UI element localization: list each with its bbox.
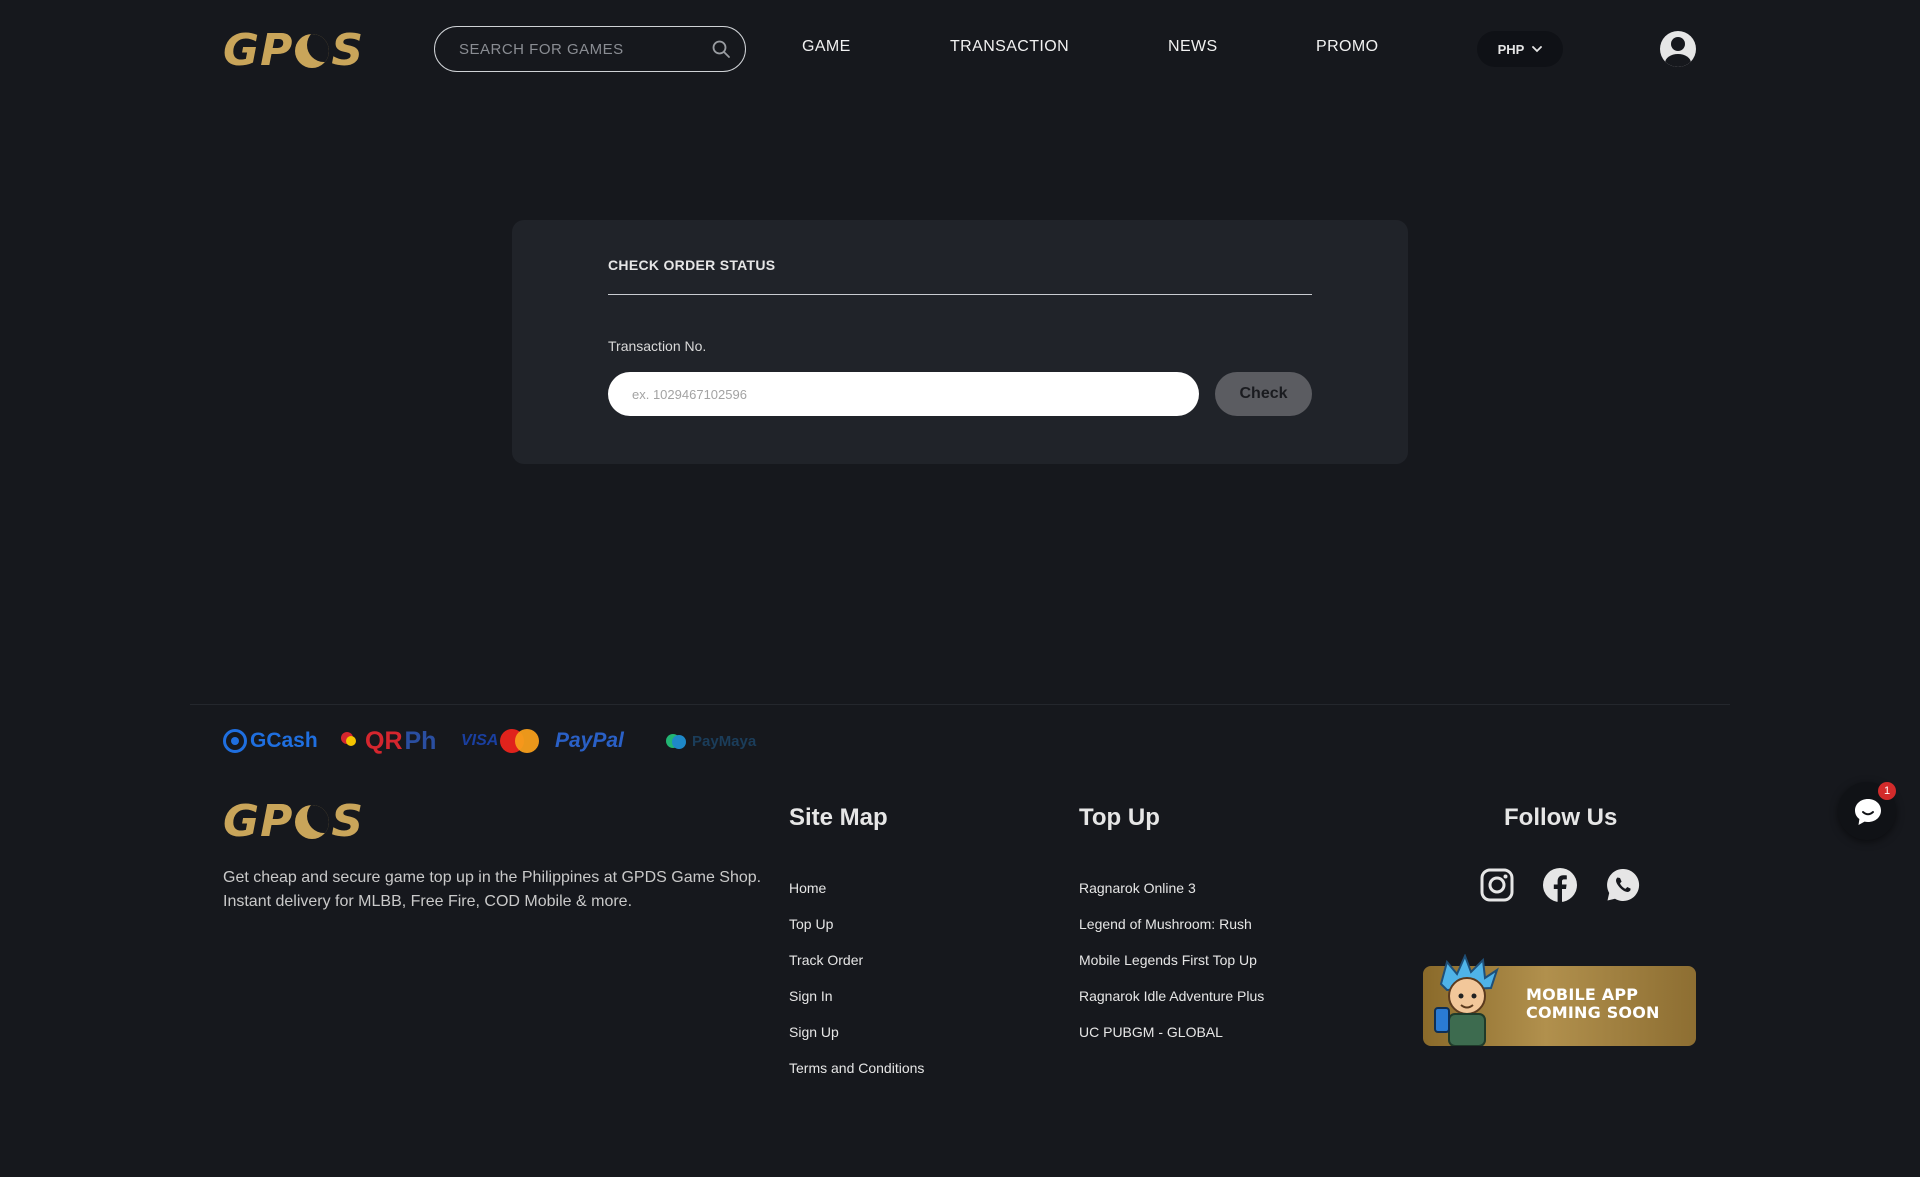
logo-text-left: GP (223, 796, 294, 847)
mastercard-icon (500, 729, 540, 753)
site-map-link-home[interactable]: Home (789, 880, 826, 896)
top-up-link-ragnarok-idle[interactable]: Ragnarok Idle Adventure Plus (1079, 988, 1264, 1004)
mascot-character-icon (1434, 954, 1499, 1046)
follow-us-title: Follow Us (1504, 804, 1618, 831)
qrph-text-left: QR (365, 726, 403, 755)
site-map-title: Site Map (789, 804, 888, 831)
list-item: Ragnarok Online 3 (1079, 880, 1264, 916)
footer-divider (190, 704, 1730, 705)
search-icon[interactable] (711, 39, 731, 59)
search-bar (434, 26, 746, 72)
user-avatar-icon[interactable] (1660, 31, 1696, 67)
gcash-text: GCash (250, 729, 318, 752)
app-banner-line-2: COMING SOON (1526, 1003, 1660, 1022)
paymaya-icon (666, 732, 688, 750)
logo-text-left: GP (223, 25, 294, 76)
list-item: Ragnarok Idle Adventure Plus (1079, 988, 1264, 1024)
gcash-icon (223, 729, 247, 753)
site-map-link-terms[interactable]: Terms and Conditions (789, 1060, 924, 1076)
currency-selector[interactable]: PHP (1477, 31, 1563, 67)
logo-text-right: S (331, 25, 365, 76)
search-input[interactable] (459, 40, 711, 58)
list-item: Top Up (789, 916, 924, 952)
nav-game[interactable]: GAME (802, 38, 851, 56)
gcash-logo: GCash (223, 728, 318, 754)
site-map-link-sign-in[interactable]: Sign In (789, 988, 833, 1004)
check-button[interactable]: Check (1215, 372, 1312, 416)
top-up-link-uc-pubgm[interactable]: UC PUBGM - GLOBAL (1079, 1024, 1223, 1040)
list-item: Legend of Mushroom: Rush (1079, 916, 1264, 952)
whatsapp-icon[interactable] (1605, 867, 1641, 903)
top-up-link-ragnarok-online-3[interactable]: Ragnarok Online 3 (1079, 880, 1196, 896)
top-header: GP S GAME TRANSACTION NEWS PROMO PHP (0, 0, 1920, 100)
top-up-title: Top Up (1079, 804, 1160, 831)
site-map-link-sign-up[interactable]: Sign Up (789, 1024, 839, 1040)
logo-moon-icon (295, 805, 330, 839)
transaction-no-input[interactable] (608, 372, 1199, 416)
top-up-link-legend-of-mushroom[interactable]: Legend of Mushroom: Rush (1079, 916, 1252, 932)
instagram-icon[interactable] (1479, 867, 1515, 903)
list-item: Terms and Conditions (789, 1060, 924, 1096)
chat-bubble-icon (1855, 799, 1881, 825)
nav-promo[interactable]: PROMO (1316, 38, 1378, 56)
site-logo[interactable]: GP S (223, 29, 364, 73)
site-map-link-top-up[interactable]: Top Up (789, 916, 833, 932)
transaction-no-label: Transaction No. (608, 338, 707, 354)
site-map-link-track-order[interactable]: Track Order (789, 952, 863, 968)
list-item: UC PUBGM - GLOBAL (1079, 1024, 1264, 1060)
chat-unread-badge: 1 (1878, 782, 1896, 800)
nav-news[interactable]: NEWS (1168, 38, 1218, 56)
footer-about-text: Get cheap and secure game top up in the … (223, 869, 762, 910)
paypal-text: PayPal (555, 729, 624, 752)
paypal-logo: PayPal (555, 728, 624, 754)
visa-text: VISA (461, 732, 499, 749)
app-banner-text: MOBILE APP COMING SOON (1526, 986, 1660, 1022)
footer-logo[interactable]: GP S (223, 800, 364, 844)
mobile-app-banner[interactable]: MOBILE APP COMING SOON (1423, 954, 1696, 1046)
currency-label: PHP (1497, 41, 1525, 57)
list-item: Track Order (789, 952, 924, 988)
qrph-logo: QR Ph (341, 726, 437, 755)
top-up-list: Ragnarok Online 3 Legend of Mushroom: Ru… (1079, 880, 1264, 1060)
list-item: Sign Up (789, 1024, 924, 1060)
site-map-list: Home Top Up Track Order Sign In Sign Up … (789, 880, 924, 1096)
top-up-link-mlbb-first-top-up[interactable]: Mobile Legends First Top Up (1079, 952, 1257, 968)
list-item: Mobile Legends First Top Up (1079, 952, 1264, 988)
qrph-text-right: Ph (404, 726, 437, 755)
qrph-icon (341, 730, 363, 752)
chevron-down-icon (1532, 46, 1543, 53)
card-divider (608, 294, 1312, 295)
visa-mastercard-logo: VISA (461, 728, 540, 754)
chat-widget-button[interactable]: 1 (1838, 782, 1896, 840)
app-banner-line-1: MOBILE APP (1526, 985, 1639, 1004)
facebook-icon[interactable] (1542, 867, 1578, 903)
nav-transaction[interactable]: TRANSACTION (950, 38, 1069, 56)
paymaya-logo: PayMaya (666, 728, 756, 754)
logo-moon-icon (295, 34, 330, 68)
list-item: Home (789, 880, 924, 916)
check-order-card: CHECK ORDER STATUS Transaction No. Check (512, 220, 1408, 464)
card-title: CHECK ORDER STATUS (608, 257, 776, 273)
list-item: Sign In (789, 988, 924, 1024)
logo-text-right: S (331, 796, 365, 847)
paymaya-text: PayMaya (692, 732, 757, 750)
